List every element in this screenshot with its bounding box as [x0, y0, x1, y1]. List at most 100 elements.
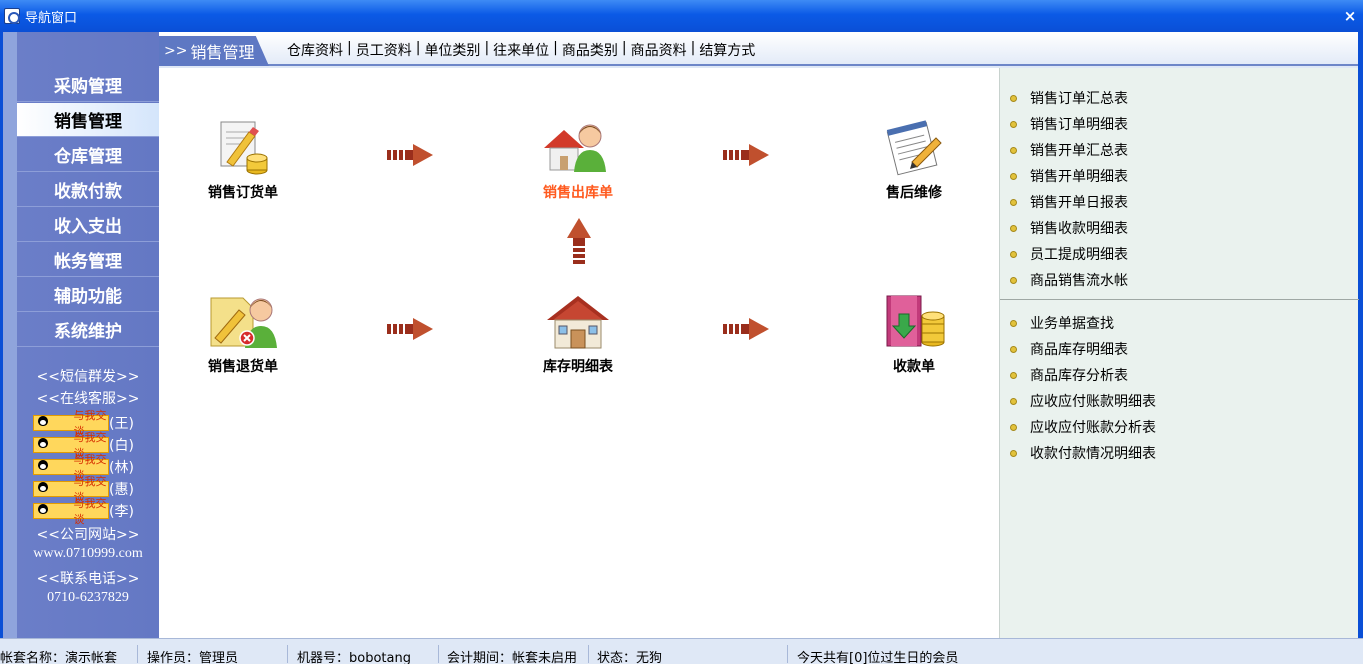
report-item[interactable]: 销售开单汇总表	[1010, 137, 1128, 163]
status-separator	[438, 645, 439, 663]
report-item[interactable]: 员工提成明细表	[1010, 241, 1128, 267]
bullet-icon	[1010, 172, 1017, 180]
status-bar: 帐套名称：演示帐套 操作员：管理员 机器号：bobotang 会计期间：帐套未启…	[0, 638, 1363, 664]
sidebar-item-accounts[interactable]: 帐务管理	[17, 243, 159, 277]
bullet-icon	[1010, 423, 1017, 431]
report-item[interactable]: 销售开单明细表	[1010, 163, 1128, 189]
sales-return-label: 销售退货单	[208, 359, 278, 375]
report-item[interactable]: 销售订单汇总表	[1010, 85, 1128, 111]
sidebar: 采购管理 销售管理 仓库管理 收款付款 收入支出 帐务管理 辅助功能 系统维护 …	[3, 32, 159, 638]
status-machine: 机器号：bobotang	[297, 651, 411, 664]
window-frame-right	[1358, 32, 1363, 638]
link-separator: |	[553, 40, 558, 56]
link-separator: |	[347, 40, 352, 56]
report-label: 业务单据查找	[1030, 316, 1114, 332]
report-item[interactable]: 商品库存分析表	[1010, 362, 1156, 388]
link-employee-data[interactable]: 员工资料	[356, 40, 412, 60]
report-item[interactable]: 商品销售流水帐	[1010, 267, 1128, 293]
report-item[interactable]: 应收应付账款分析表	[1010, 414, 1156, 440]
link-product-data[interactable]: 商品资料	[631, 40, 687, 60]
bullet-icon	[1010, 224, 1017, 232]
agent-name: (李)	[109, 504, 134, 520]
reports-divider	[1000, 299, 1359, 300]
receipt-label: 收款单	[893, 359, 935, 375]
report-label: 员工提成明细表	[1030, 247, 1128, 263]
status-separator	[287, 645, 288, 663]
status-birthday: 今天共有[0]位过生日的会员	[797, 651, 959, 664]
report-label: 销售开单汇总表	[1030, 143, 1128, 159]
header-links: 仓库资料 | 员工资料 | 单位类别 | 往来单位 | 商品类别 | 商品资料 | 结算方式	[287, 40, 755, 60]
bullet-icon	[1010, 319, 1017, 327]
sales-order-node[interactable]: 销售订货单	[203, 118, 283, 202]
sidebar-item-sales[interactable]: 销售管理	[17, 103, 159, 137]
sidebar-item-auxiliary[interactable]: 辅助功能	[17, 278, 159, 312]
warehouse-house-icon	[547, 296, 609, 349]
inventory-detail-label: 库存明细表	[543, 359, 613, 375]
arrow-right-icon	[723, 318, 769, 340]
report-label: 应收应付账款明细表	[1030, 394, 1156, 410]
tab-sales-management[interactable]: >> 销售管理	[159, 36, 269, 66]
receipt-node[interactable]: 收款单	[874, 292, 954, 376]
sms-link[interactable]: <<短信群发>>	[17, 366, 159, 386]
link-partners[interactable]: 往来单位	[493, 40, 549, 60]
arrow-right-icon	[387, 318, 433, 340]
inventory-report-list: 业务单据查找 商品库存明细表 商品库存分析表 应收应付账款明细表 应收应付账款分…	[1010, 310, 1156, 466]
website-label[interactable]: <<公司网站>>	[17, 524, 159, 544]
link-settlement-method[interactable]: 结算方式	[699, 40, 755, 60]
link-unit-category[interactable]: 单位类别	[424, 40, 480, 60]
after-sales-node[interactable]: 售后维修	[874, 118, 954, 202]
qq-penguin-icon	[37, 416, 72, 430]
qq-penguin-icon	[37, 482, 72, 496]
status-state: 状态：无狗	[597, 651, 663, 664]
sales-return-node[interactable]: 销售退货单	[203, 292, 283, 376]
header-tabbar: >> 销售管理 仓库资料 | 员工资料 | 单位类别 | 往来单位 | 商品类别 | 商品…	[159, 32, 1358, 66]
report-item[interactable]: 销售收款明细表	[1010, 215, 1128, 241]
qq-chat-li[interactable]: 与我交谈 (李)	[33, 497, 134, 526]
report-label: 商品销售流水帐	[1030, 273, 1128, 289]
sidebar-item-system[interactable]: 系统维护	[17, 313, 159, 347]
agent-name: (王)	[109, 416, 134, 432]
link-product-category[interactable]: 商品类别	[562, 40, 618, 60]
title-bar: 导航窗口 ×	[0, 0, 1363, 32]
sidebar-item-warehouse[interactable]: 仓库管理	[17, 138, 159, 172]
bullet-icon	[1010, 345, 1017, 353]
sidebar-item-purchase[interactable]: 采购管理	[17, 68, 159, 102]
report-item[interactable]: 商品库存明细表	[1010, 336, 1156, 362]
report-label: 商品库存明细表	[1030, 342, 1128, 358]
sidebar-item-payments[interactable]: 收款付款	[17, 173, 159, 207]
online-service-link[interactable]: <<在线客服>>	[17, 388, 159, 408]
status-separator	[787, 645, 788, 663]
close-button[interactable]: ×	[1337, 7, 1363, 25]
status-period: 会计期间：帐套未启用	[447, 651, 578, 664]
report-label: 销售订单明细表	[1030, 117, 1128, 133]
qq-penguin-icon	[37, 438, 72, 452]
report-item[interactable]: 销售订单明细表	[1010, 111, 1128, 137]
report-item[interactable]: 收款付款情况明细表	[1010, 440, 1156, 466]
report-label: 销售订单汇总表	[1030, 91, 1128, 107]
workflow-panel: 销售订货单 销售出库单 售后维修 销售退货单 库存明细表 收款单	[159, 68, 999, 638]
link-separator: |	[621, 40, 627, 56]
bullet-icon	[1010, 449, 1017, 457]
link-warehouse-data[interactable]: 仓库资料	[287, 40, 343, 60]
window-title: 导航窗口	[25, 10, 78, 26]
bullet-icon	[1010, 276, 1017, 284]
report-item[interactable]: 销售开单日报表	[1010, 189, 1128, 215]
report-item[interactable]: 业务单据查找	[1010, 310, 1156, 336]
website-url[interactable]: www.0710999.com	[17, 546, 159, 562]
sales-outbound-node[interactable]: 销售出库单	[535, 118, 621, 202]
sidebar-item-income-expense[interactable]: 收入支出	[17, 208, 159, 242]
agent-name: (白)	[109, 438, 134, 454]
agent-name: (惠)	[109, 482, 134, 498]
app-icon	[4, 8, 20, 24]
report-item[interactable]: 应收应付账款明细表	[1010, 388, 1156, 414]
inventory-detail-node[interactable]: 库存明细表	[535, 292, 621, 376]
link-separator: |	[415, 40, 421, 56]
status-operator: 操作员：管理员	[147, 651, 239, 664]
report-label: 销售开单明细表	[1030, 169, 1128, 185]
report-label: 销售开单日报表	[1030, 195, 1128, 211]
sales-report-list: 销售订单汇总表 销售订单明细表 销售开单汇总表 销售开单明细表 销售开单日报表 …	[1010, 85, 1128, 293]
bullet-icon	[1010, 120, 1017, 128]
report-label: 应收应付账款分析表	[1030, 420, 1156, 436]
agent-name: (林)	[109, 460, 134, 476]
sales-order-label: 销售订货单	[208, 185, 278, 201]
